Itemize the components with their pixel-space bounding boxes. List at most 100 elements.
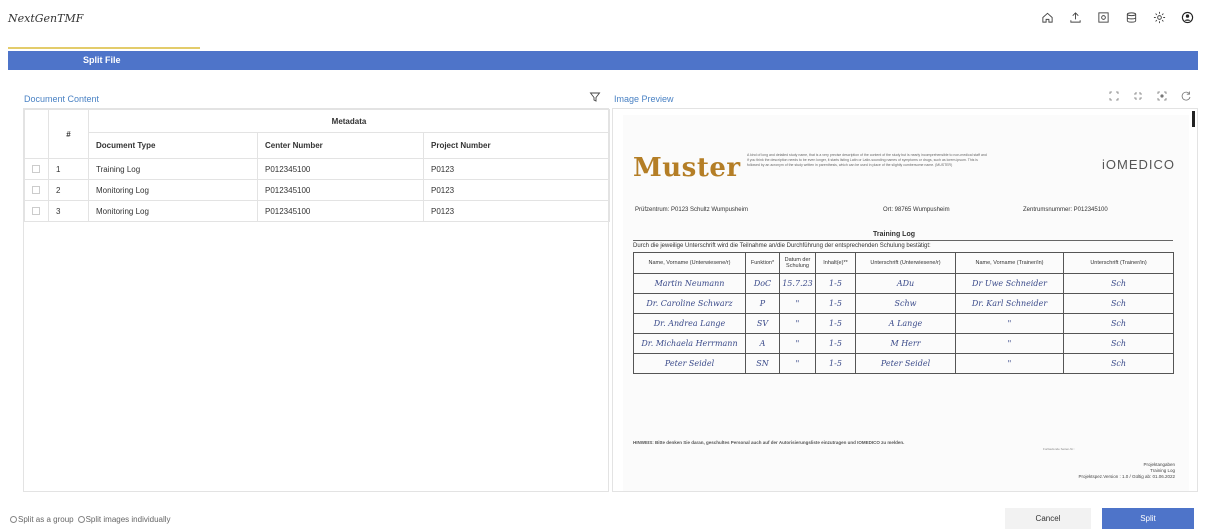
app-logo[interactable]: NextGenTMF [8, 12, 83, 25]
center-number-cell: P012345100 [257, 200, 424, 222]
expand-icon[interactable] [1108, 90, 1120, 102]
sheet-cell: Dr. Caroline Schwarz [633, 293, 746, 314]
sheet-cell: 1-5 [815, 293, 856, 314]
training-log-title: Training Log [873, 231, 915, 238]
sheet-col-inhalt: Inhalt(e)** [815, 252, 856, 274]
project-number-cell: P0123 [422, 200, 611, 222]
row-checkbox-cell [24, 179, 49, 201]
sheet-cell: 1-5 [815, 333, 856, 354]
sheet-cell: " [779, 313, 816, 334]
center-number-cell: P012345100 [257, 179, 424, 201]
fortlaufende-text: Fortlaufende Seiten-Nr.: [1043, 447, 1075, 451]
document-content-panel: # Metadata Document Type Center Number P… [23, 108, 611, 492]
dialog-title: Split File [83, 55, 121, 65]
sheet-cell: Peter Seidel [633, 353, 746, 374]
sheet-cell: Sch [1063, 313, 1174, 334]
home-icon[interactable] [1040, 10, 1054, 24]
col-project-number[interactable]: Project Number [422, 132, 611, 159]
sheet-row: Peter Seidel SN " 1-5 Peter Seidel " Sch [633, 353, 1174, 374]
accent-line [8, 47, 200, 49]
row-checkbox[interactable] [32, 186, 40, 195]
footer-line: Projektspez.Version : 1.0 / Gültig ab: 0… [1078, 474, 1175, 479]
row-checkbox[interactable] [32, 207, 40, 216]
sheet-cell: Schw [855, 293, 956, 314]
sheet-col-datum: Datum der Schulung [779, 252, 816, 274]
sheet-cell: " [955, 313, 1064, 334]
preview-toolbar [1108, 90, 1192, 102]
metadata-table: # Metadata Document Type Center Number P… [24, 109, 611, 222]
sheet-cell: 1-5 [815, 313, 856, 334]
upload-icon[interactable] [1068, 10, 1082, 24]
col-center-number[interactable]: Center Number [257, 132, 424, 159]
project-number-cell: P0123 [422, 179, 611, 201]
radio-circle-icon[interactable] [10, 516, 17, 523]
sheet-row: Dr. Andrea Lange SV " 1-5 A Lange " Sch [633, 313, 1174, 334]
pruefzentrum-text: Prüfzentrum: P0123 Schultz Wumpusheim [635, 207, 748, 213]
sheet-cell: P [745, 293, 780, 314]
radio-split-group[interactable]: Split as a group [10, 515, 74, 524]
image-preview-panel[interactable]: Muster A kind of long and detailed study… [612, 108, 1198, 492]
sheet-cell: A [745, 333, 780, 354]
sheet-cell: Sch [1063, 293, 1174, 314]
document-footer: Projektangaben Training Log Projektspez.… [1078, 462, 1175, 480]
zentrumsnummer-text: Zentrumsnummer: P012345100 [1023, 207, 1108, 213]
radio-split-individual[interactable]: Split images individually [77, 515, 171, 524]
sheet-cell: " [779, 353, 816, 374]
collapse-icon[interactable] [1132, 90, 1144, 102]
filter-icon[interactable] [589, 91, 601, 103]
sheet-cell: Martin Neumann [633, 273, 746, 294]
table-row[interactable]: 3 Monitoring Log P012345100 P0123 [24, 200, 611, 222]
iomedico-logo: iOMEDICO [1102, 157, 1175, 172]
sheet-col-trainer: Name, Vorname (Trainer/in) [955, 252, 1064, 274]
radio-label: Split as a group [18, 515, 74, 524]
document-type-cell: Monitoring Log [88, 200, 258, 222]
settings-icon[interactable] [1152, 10, 1166, 24]
project-number-cell: P0123 [422, 158, 611, 180]
split-mode-radio-group: Split as a group Split images individual… [10, 515, 171, 524]
sheet-cell: Dr. Andrea Lange [633, 313, 746, 334]
image-icon[interactable] [1096, 10, 1110, 24]
sheet-row: Dr. Michaela Herrmann A " 1-5 M Herr " S… [633, 333, 1174, 354]
title-rule [633, 240, 1173, 241]
split-button[interactable]: Split [1102, 508, 1194, 529]
table-row[interactable]: 1 Training Log P012345100 P0123 [24, 158, 611, 180]
sheet-cell: " [779, 293, 816, 314]
radio-label: Split images individually [85, 515, 171, 524]
sheet-cell: Sch [1063, 333, 1174, 354]
checkbox-header [24, 109, 49, 159]
row-index: 1 [48, 158, 89, 180]
col-document-type[interactable]: Document Type [88, 132, 258, 159]
sheet-cell: ADu [855, 273, 956, 294]
sheet-cell: DoC [745, 273, 780, 294]
training-log-table: Name, Vorname (Unterwiesene/r) Funktion*… [633, 252, 1174, 374]
top-icon-bar [1040, 10, 1194, 24]
sheet-cell: 1-5 [815, 353, 856, 374]
sheet-cell: 1-5 [815, 273, 856, 294]
sheet-cell: Sch [1063, 273, 1174, 294]
rotate-icon[interactable] [1180, 90, 1192, 102]
sheet-cell: M Herr [855, 333, 956, 354]
row-checkbox[interactable] [32, 165, 40, 174]
radio-circle-icon[interactable] [77, 516, 85, 523]
hinweis-text: HINWEIS: Bitte denken Sie daran, geschul… [633, 440, 905, 445]
study-description: A kind of long and detailed study name, … [747, 153, 987, 167]
row-checkbox-cell [24, 158, 49, 180]
sheet-cell: A Lange [855, 313, 956, 334]
sheet-row: Dr. Caroline Schwarz P " 1-5 Schw Dr. Ka… [633, 293, 1174, 314]
database-icon[interactable] [1124, 10, 1138, 24]
sheet-cell: Dr. Karl Schneider [955, 293, 1064, 314]
sheet-col-unterschrift: Unterschrift (Unterwiesene/r) [855, 252, 956, 274]
table-row[interactable]: 2 Monitoring Log P012345100 P0123 [24, 179, 611, 201]
sheet-cell: " [955, 333, 1064, 354]
fit-icon[interactable] [1156, 90, 1168, 102]
center-number-cell: P012345100 [257, 158, 424, 180]
user-icon[interactable] [1180, 10, 1194, 24]
sheet-cell: 15.7.23 [779, 273, 816, 294]
dialog-title-bar: Split File [8, 51, 1198, 70]
cancel-button[interactable]: Cancel [1005, 508, 1091, 529]
sheet-cell: Peter Seidel [855, 353, 956, 374]
image-preview-header: Image Preview [614, 94, 674, 104]
preview-scrollbar[interactable] [1192, 111, 1195, 127]
sheet-cell: " [779, 333, 816, 354]
sheet-cell: " [955, 353, 1064, 374]
